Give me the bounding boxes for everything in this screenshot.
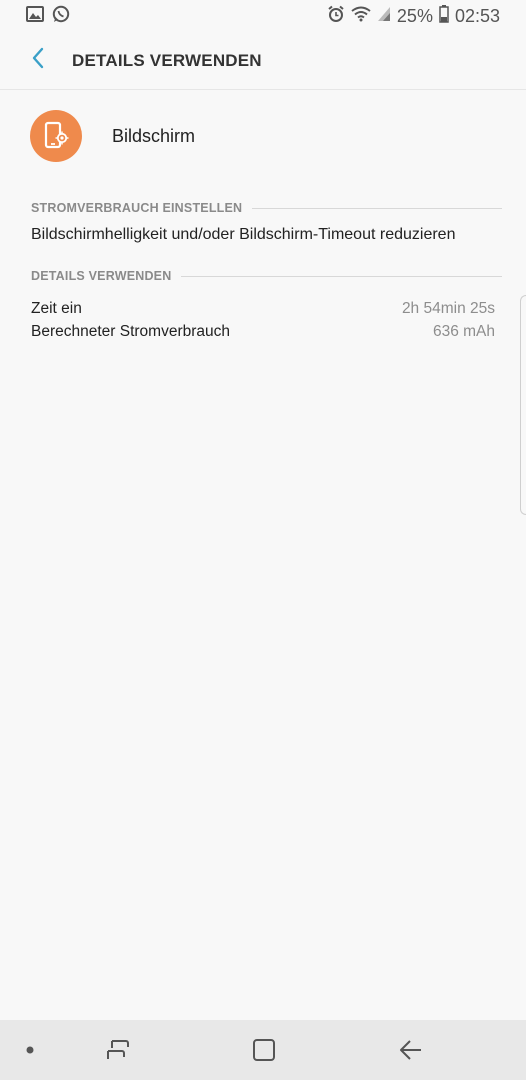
status-left <box>26 5 70 28</box>
detail-row-time-on: Zeit ein 2h 54min 25s <box>31 298 495 320</box>
detail-value: 2h 54min 25s <box>401 300 495 317</box>
home-icon[interactable] <box>246 1034 282 1066</box>
image-icon <box>26 5 44 27</box>
page-title: DETAILS VERWENDEN <box>72 50 262 70</box>
screen-brightness-icon <box>30 110 82 162</box>
app-row: Bildschirm <box>0 108 526 164</box>
section-divider <box>252 207 502 209</box>
alarm-icon <box>327 5 345 28</box>
dot-icon[interactable] <box>20 1040 40 1060</box>
section-header-label: STROMVERBRAUCH EINSTELLEN <box>31 201 243 215</box>
wifi-icon <box>351 6 371 27</box>
status-right: 25% 02:53 <box>327 4 500 28</box>
chevron-left-icon <box>30 47 46 74</box>
edge-panel-handle[interactable] <box>520 295 526 515</box>
status-bar: 25% 02:53 <box>0 0 526 32</box>
detail-label: Berechneter Stromverbrauch <box>31 323 231 340</box>
detail-label: Zeit ein <box>31 300 82 317</box>
app-bar: DETAILS VERWENDEN <box>0 32 526 90</box>
clock: 02:53 <box>454 5 500 26</box>
section-header-label: DETAILS VERWENDEN <box>31 269 172 283</box>
app-name: Bildschirm <box>112 125 196 146</box>
section-divider <box>181 275 502 277</box>
section-header-power: STROMVERBRAUCH EINSTELLEN <box>31 199 502 217</box>
detail-value: 636 mAh <box>432 323 495 340</box>
power-hint[interactable]: Bildschirmhelligkeit und/oder Bildschirm… <box>31 226 455 244</box>
back-arrow-icon[interactable] <box>392 1034 430 1066</box>
recent-apps-icon[interactable] <box>100 1034 136 1066</box>
battery-percent: 25% <box>396 5 433 26</box>
nav-bar <box>0 1020 526 1080</box>
whatsapp-icon <box>52 5 70 28</box>
back-button[interactable] <box>18 41 58 81</box>
section-header-usage: DETAILS VERWENDEN <box>31 267 502 285</box>
detail-row-power-usage: Berechneter Stromverbrauch 636 mAh <box>31 321 495 343</box>
signal-icon <box>377 6 391 27</box>
battery-icon <box>439 4 449 28</box>
